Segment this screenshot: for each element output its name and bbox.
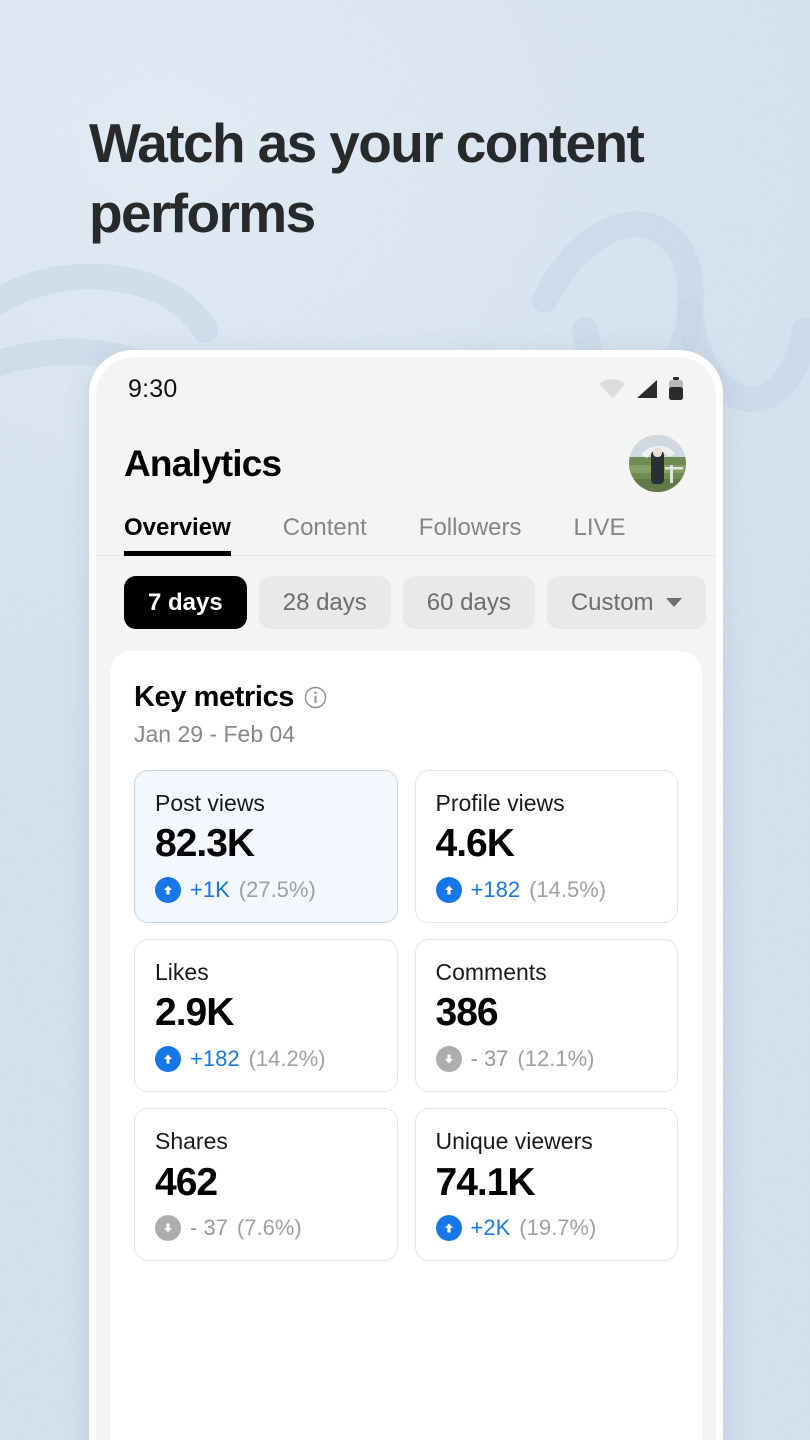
arrow-up-circle-icon bbox=[435, 1215, 462, 1242]
metric-delta-amount: - 37 bbox=[470, 1046, 509, 1072]
metric-card-comments[interactable]: Comments 386 - 37 (12.1%) bbox=[414, 939, 678, 1093]
metric-delta: +182 (14.2%) bbox=[155, 1046, 377, 1073]
key-metrics-sheet: Key metrics Jan 29 - Feb 04 Post views 8… bbox=[110, 651, 702, 1440]
arrow-down-circle-icon bbox=[155, 1215, 181, 1242]
chip-label: 60 days bbox=[426, 588, 511, 616]
metric-label: Comments bbox=[435, 959, 547, 986]
chip-label: 28 days bbox=[282, 588, 367, 616]
chip-60-days[interactable]: 60 days bbox=[402, 576, 535, 629]
analytics-title: Analytics bbox=[124, 442, 282, 484]
cellular-signal-icon bbox=[637, 380, 657, 398]
arrow-up-circle-icon bbox=[435, 877, 462, 904]
metric-delta: +182 (14.5%) bbox=[435, 877, 658, 904]
status-bar-clock: 9:30 bbox=[128, 374, 178, 403]
metric-card-post-views[interactable]: Post views 82.3K +1K (27.5%) bbox=[134, 770, 398, 924]
tab-followers[interactable]: Followers bbox=[419, 514, 522, 556]
metric-delta-percent: (27.5%) bbox=[238, 877, 316, 903]
metric-value: 4.6K bbox=[435, 822, 515, 866]
app-header: Analytics bbox=[96, 421, 716, 492]
metric-label: Post views bbox=[155, 790, 265, 816]
metric-card-likes[interactable]: Likes 2.9K +182 (14.2%) bbox=[134, 939, 398, 1093]
tab-content[interactable]: Content bbox=[283, 514, 367, 556]
metric-delta-amount: +2K bbox=[470, 1215, 511, 1241]
tab-overview[interactable]: Overview bbox=[124, 514, 231, 556]
chip-custom[interactable]: Custom bbox=[546, 576, 706, 629]
arrow-down-circle-icon bbox=[435, 1046, 462, 1073]
avatar-image bbox=[629, 435, 686, 492]
metric-label: Shares bbox=[155, 1128, 228, 1155]
metric-delta: +1K (27.5%) bbox=[155, 877, 377, 904]
status-bar-icons bbox=[599, 377, 684, 401]
metric-value: 74.1K bbox=[435, 1160, 536, 1204]
chip-28-days[interactable]: 28 days bbox=[258, 576, 391, 629]
date-range-chips: 7 days 28 days 60 days Custom bbox=[96, 556, 716, 651]
metric-card-shares[interactable]: Shares 462 - 37 (7.6%) bbox=[134, 1108, 398, 1262]
metric-card-profile-views[interactable]: Profile views 4.6K +182 (14.5%) bbox=[414, 770, 678, 924]
avatar[interactable] bbox=[629, 435, 686, 492]
chip-7-days[interactable]: 7 days bbox=[124, 576, 247, 629]
metric-delta-amount: +182 bbox=[190, 1046, 240, 1072]
metric-delta-percent: (14.2%) bbox=[248, 1046, 326, 1072]
page-title: Watch as your content performs bbox=[89, 112, 645, 245]
arrow-up-circle-icon bbox=[155, 877, 181, 904]
key-metrics-date-range: Jan 29 - Feb 04 bbox=[134, 721, 296, 747]
metric-delta-amount: - 37 bbox=[190, 1215, 228, 1241]
metric-label: Likes bbox=[155, 959, 209, 986]
chip-label: 7 days bbox=[148, 588, 223, 616]
chip-label: Custom bbox=[570, 588, 654, 616]
status-bar: 9:30 bbox=[96, 357, 716, 421]
metric-delta-percent: (19.7%) bbox=[519, 1215, 597, 1241]
metric-delta: - 37 (12.1%) bbox=[435, 1046, 658, 1073]
chevron-down-icon bbox=[665, 598, 682, 607]
metric-label: Unique viewers bbox=[435, 1128, 593, 1155]
metric-delta-percent: (12.1%) bbox=[517, 1046, 595, 1072]
analytics-tabs: Overview Content Followers LIVE bbox=[96, 492, 716, 556]
arrow-up-circle-icon bbox=[155, 1046, 181, 1073]
metric-value: 462 bbox=[155, 1160, 218, 1204]
metric-value: 82.3K bbox=[155, 822, 255, 866]
wifi-icon bbox=[599, 379, 626, 399]
phone-screen: 9:30 Analytics Overview Content Follower… bbox=[96, 357, 716, 1440]
metric-card-grid: Post views 82.3K +1K (27.5%) Profile vie… bbox=[134, 770, 678, 1262]
metric-card-unique-viewers[interactable]: Unique viewers 74.1K +2K (19.7%) bbox=[414, 1108, 678, 1262]
metric-value: 2.9K bbox=[155, 991, 234, 1035]
key-metrics-header: Key metrics bbox=[134, 681, 678, 714]
metric-delta-amount: +182 bbox=[470, 877, 521, 903]
metric-delta: - 37 (7.6%) bbox=[155, 1215, 377, 1242]
battery-icon bbox=[669, 377, 683, 400]
metric-delta-amount: +1K bbox=[190, 877, 230, 903]
tab-live[interactable]: LIVE bbox=[574, 514, 626, 556]
info-icon[interactable] bbox=[304, 686, 327, 709]
key-metrics-title: Key metrics bbox=[134, 681, 295, 713]
metric-value: 386 bbox=[435, 991, 499, 1035]
metric-delta: +2K (19.7%) bbox=[435, 1215, 658, 1242]
phone-mockup: 9:30 Analytics Overview Content Follower… bbox=[89, 350, 723, 1440]
metric-label: Profile views bbox=[435, 790, 565, 816]
metric-delta-percent: (7.6%) bbox=[236, 1215, 302, 1241]
metric-delta-percent: (14.5%) bbox=[529, 877, 607, 903]
